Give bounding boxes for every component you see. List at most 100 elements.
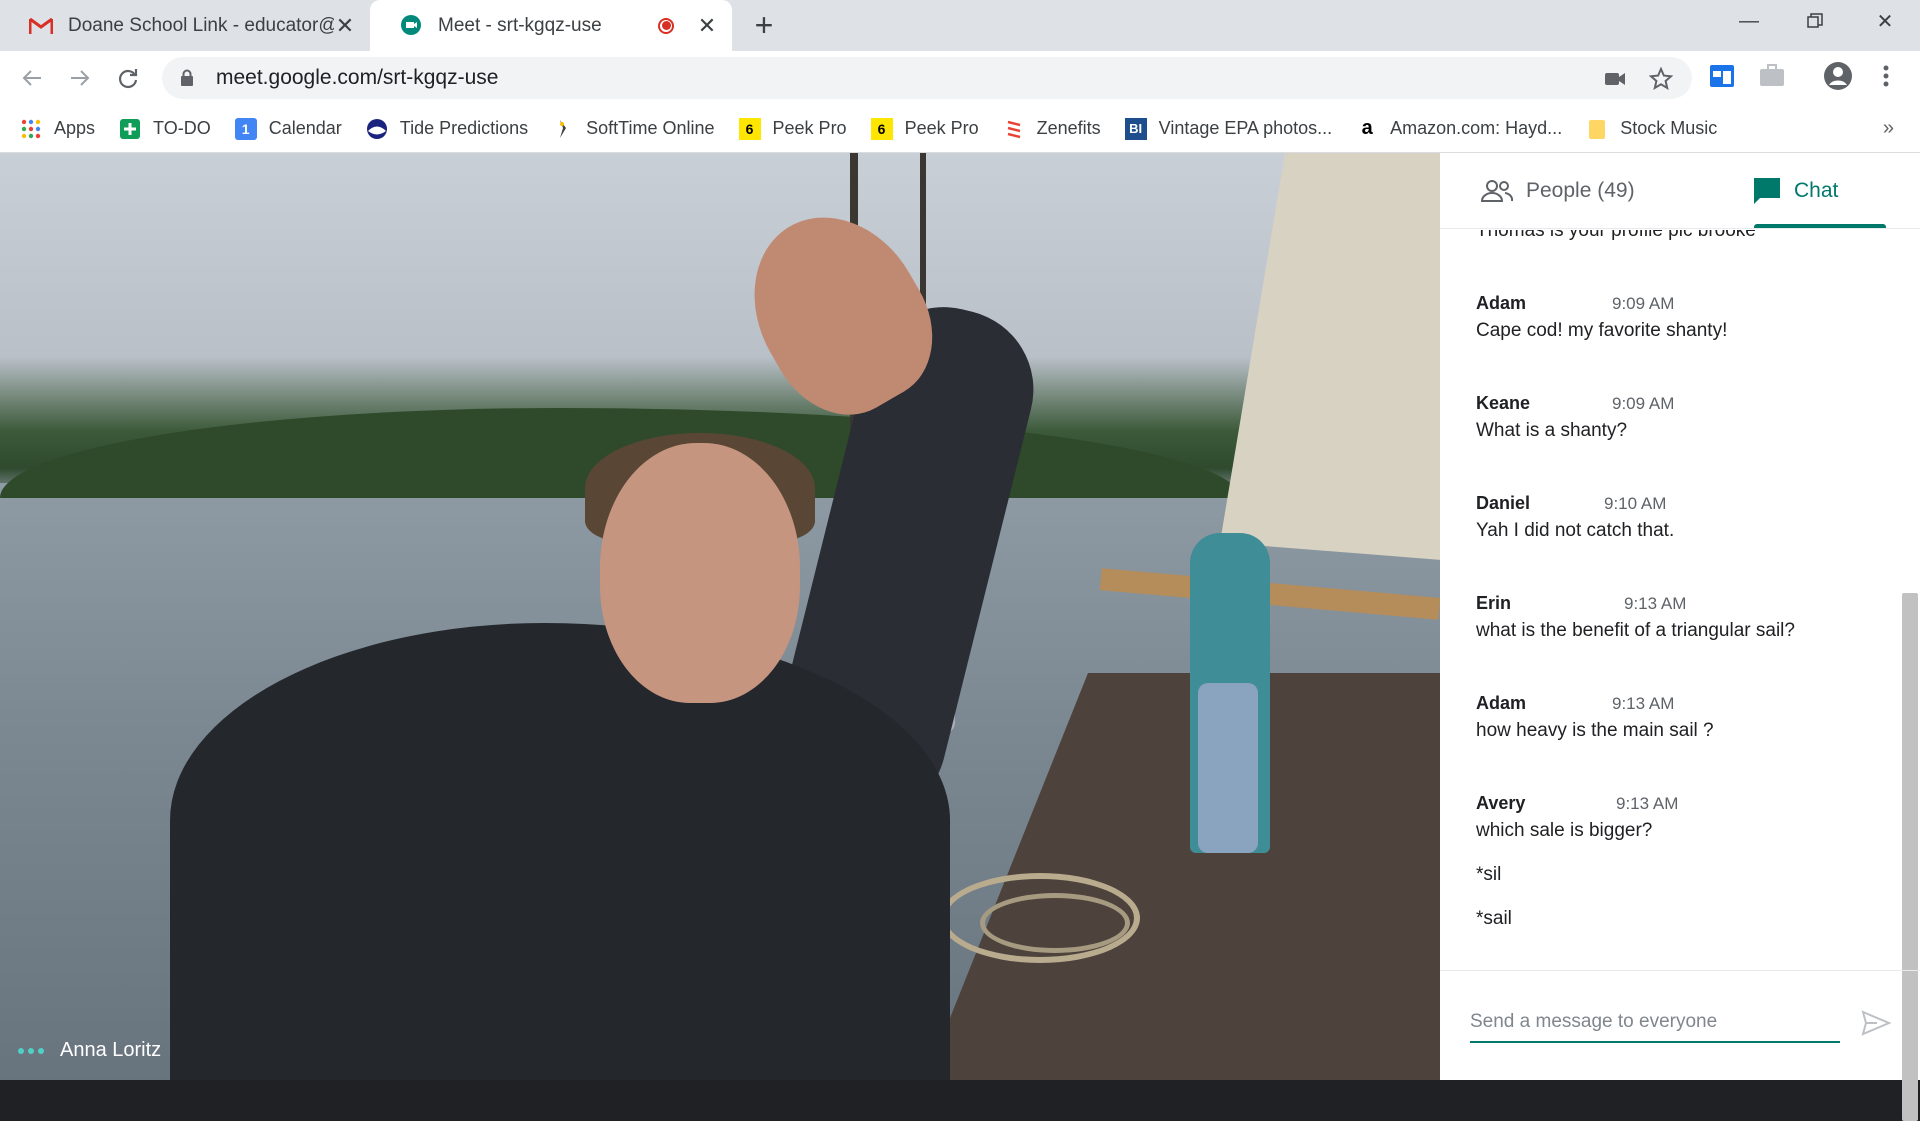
calendar-icon: 1 (234, 117, 257, 140)
bookmark-peek-pro-1[interactable]: 6 Peek Pro (738, 117, 847, 140)
menu-dots-icon[interactable] (1870, 60, 1902, 92)
bookmarks-bar: Apps TO-DO 1 Calendar Tide Predictions S… (0, 105, 1920, 153)
new-tab-button[interactable]: + (746, 7, 782, 43)
six-icon: 6 (738, 117, 761, 140)
bookmark-tide-predictions[interactable]: Tide Predictions (366, 118, 528, 140)
video-speaker-body (170, 623, 950, 1080)
bookmark-label: Vintage EPA photos... (1158, 118, 1333, 138)
message-text: how heavy is the main sail ? (1476, 720, 1714, 741)
message-time: 9:09 AM (1612, 294, 1675, 313)
bookmark-amazon[interactable]: a Amazon.com: Hayd... (1356, 117, 1563, 140)
chat-message: Adam 9:09 AM Cape cod! my favorite shanty… (1476, 293, 1876, 342)
noaa-icon (366, 118, 388, 140)
bookmark-label: Tide Predictions (399, 118, 529, 138)
bookmark-label: Apps (54, 118, 96, 138)
message-sender: Keane (1476, 393, 1531, 413)
message-time: 9:13 AM (1612, 694, 1675, 713)
url-text: meet.google.com/srt-kgqz-use (216, 66, 499, 89)
message-text: *sail (1476, 908, 1512, 929)
bookmark-star-icon[interactable] (1648, 66, 1674, 92)
chat-message: Avery 9:13 AM which sale is bigger? *sil … (1476, 793, 1876, 930)
bookmark-label: Amazon.com: Hayd... (1390, 118, 1563, 138)
video-crew-member (1190, 533, 1270, 853)
chat-icon (1752, 176, 1782, 206)
message-sender: Daniel (1476, 493, 1531, 513)
message-text: Cape cod! my favorite shanty! (1476, 320, 1728, 341)
message-text: which sale is bigger? (1476, 820, 1653, 841)
participant-video[interactable]: Anna Loritz (0, 153, 1440, 1080)
chat-message-input[interactable] (1470, 1003, 1840, 1043)
bookmark-apps[interactable]: Apps (20, 118, 95, 140)
close-window-button[interactable]: ✕ (1852, 0, 1918, 42)
restore-button[interactable] (1782, 0, 1848, 42)
bookmark-label: Peek Pro (904, 118, 979, 138)
tab-gmail[interactable]: Doane School Link - educator@c ✕ (0, 0, 370, 51)
bookmark-calendar[interactable]: 1 Calendar (234, 117, 342, 140)
video-speaker-face (600, 443, 800, 703)
message-text: *sil (1476, 864, 1502, 885)
bookmark-label: TO-DO (153, 118, 211, 138)
bookmark-label: Stock Music (1620, 118, 1718, 138)
reload-button[interactable] (110, 60, 146, 96)
bookmark-zenefits[interactable]: Zenefits (1003, 118, 1101, 140)
participant-name-tag: Anna Loritz (18, 1039, 161, 1062)
chat-message-list[interactable]: Thomas is your profile pic brooke Adam 9:… (1440, 230, 1900, 965)
chat-composer (1440, 970, 1920, 1080)
bi-icon: BI (1124, 117, 1147, 140)
chat-message: Adam 9:13 AM how heavy is the main sail ? (1476, 693, 1876, 742)
bookmark-label: SoftTime Online (586, 118, 715, 138)
bookmark-peek-pro-2[interactable]: 6 Peek Pro (870, 117, 979, 140)
tab-people[interactable]: People (49) (1480, 153, 1635, 229)
bookmark-label: Peek Pro (772, 118, 847, 138)
message-sender: Adam (1476, 293, 1527, 313)
recording-icon (658, 17, 674, 34)
chat-message: Daniel 9:10 AM Yah I did not catch that. (1476, 493, 1876, 542)
close-tab-icon[interactable]: ✕ (696, 13, 718, 39)
people-icon (1480, 179, 1514, 203)
folder-icon (1586, 118, 1608, 140)
tab-meet[interactable]: Meet - srt-kgqz-use ✕ (370, 0, 732, 51)
message-time: 9:13 AM (1616, 794, 1679, 813)
minimize-button[interactable]: — (1716, 0, 1782, 42)
camera-icon[interactable] (1602, 66, 1628, 92)
apps-grid-icon (20, 118, 42, 140)
profile-icon[interactable] (1822, 60, 1854, 92)
message-sender: Adam (1476, 693, 1527, 713)
message-sender: Erin (1476, 593, 1512, 613)
address-bar[interactable]: meet.google.com/srt-kgqz-use (162, 57, 1692, 99)
bookmark-label: Zenefits (1036, 118, 1101, 138)
tab-chat-label: Chat (1794, 179, 1839, 202)
tab-strip: Doane School Link - educator@c ✕ Meet - … (0, 0, 1920, 51)
meet-icon (398, 13, 424, 39)
message-text: what is the benefit of a triangular sail… (1476, 620, 1795, 641)
extension-window-icon[interactable] (1706, 60, 1738, 92)
bookmark-vintage-epa[interactable]: BI Vintage EPA photos... (1124, 117, 1333, 140)
bookmark-label: Calendar (268, 118, 342, 138)
zenefits-icon (1003, 118, 1025, 140)
forward-button[interactable] (62, 60, 98, 96)
bookmarks-overflow-button[interactable]: » (1883, 117, 1894, 140)
gmail-icon (28, 13, 54, 39)
bookmark-todo[interactable]: TO-DO (119, 118, 211, 140)
message-text: Yah I did not catch that. (1476, 520, 1675, 541)
chat-message: Keane 9:09 AM What is a shanty? (1476, 393, 1876, 442)
bookmark-softtime[interactable]: SoftTime Online (552, 118, 715, 140)
message-time: 9:09 AM (1612, 394, 1675, 413)
more-options-icon[interactable] (18, 1047, 44, 1054)
message-time: 9:10 AM (1604, 494, 1667, 513)
send-icon[interactable] (1858, 1005, 1894, 1041)
tab-title: Doane School Link - educator@c (68, 14, 334, 36)
lock-icon (180, 69, 194, 87)
tab-people-label: People (49) (1526, 179, 1635, 202)
bird-icon (552, 118, 574, 140)
bookmark-stock-music[interactable]: Stock Music (1586, 118, 1717, 140)
browser-toolbar: meet.google.com/srt-kgqz-use (0, 51, 1920, 105)
video-sail (1220, 153, 1440, 563)
side-panel: People (49) Chat Thomas is your profile … (1440, 153, 1920, 1121)
close-tab-icon[interactable]: ✕ (334, 13, 356, 39)
message-text: What is a shanty? (1476, 420, 1628, 441)
plus-box-icon (119, 118, 141, 140)
extension-briefcase-icon[interactable] (1756, 60, 1788, 92)
tab-chat[interactable]: Chat (1752, 153, 1838, 229)
back-button[interactable] (14, 60, 50, 96)
